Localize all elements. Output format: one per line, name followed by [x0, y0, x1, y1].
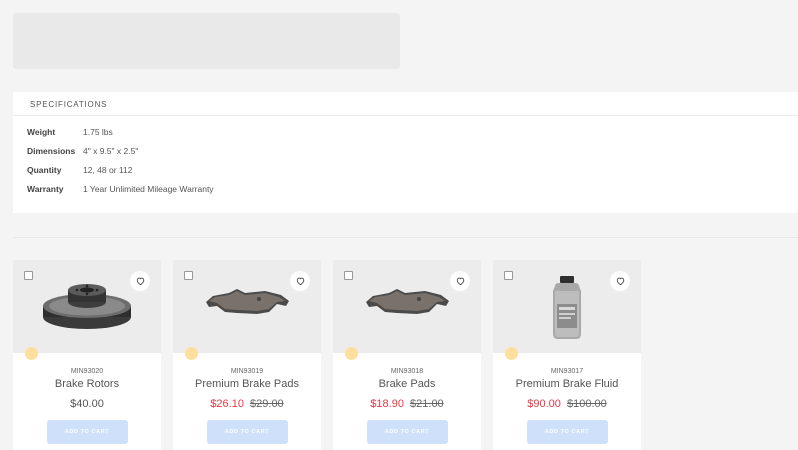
product-card[interactable]: MIN93020 Brake Rotors $40.00 ADD TO CART: [13, 260, 161, 450]
original-price: $100.00: [566, 398, 607, 410]
spec-label: Dimensions: [27, 145, 76, 156]
divider: [13, 237, 798, 238]
add-to-cart-button[interactable]: ADD TO CART: [206, 420, 288, 444]
wishlist-button[interactable]: [290, 271, 310, 291]
compare-checkbox[interactable]: [504, 271, 513, 280]
product-image-area[interactable]: [13, 260, 161, 360]
sale-price: $26.10: [210, 398, 244, 410]
spec-value: 1.75 lbs: [83, 126, 113, 137]
heart-icon: [296, 277, 304, 285]
product-image-area[interactable]: [493, 260, 641, 360]
heart-icon: [456, 277, 464, 285]
add-to-cart-button[interactable]: ADD TO CART: [366, 420, 448, 444]
spec-value: 12, 48 or 112: [83, 164, 133, 175]
spec-label: Weight: [27, 126, 56, 137]
original-price: $21.00: [410, 398, 444, 410]
sale-price: $18.90: [370, 398, 404, 410]
product-sku: MIN93019: [230, 368, 264, 375]
product-name[interactable]: Brake Rotors: [13, 378, 161, 390]
add-to-cart-button[interactable]: ADD TO CART: [46, 420, 128, 444]
heart-icon: [616, 277, 624, 285]
wishlist-button[interactable]: [610, 271, 630, 291]
price-row: $40.00: [13, 398, 161, 410]
sale-price: $90.00: [527, 398, 561, 410]
spec-row-dimensions: Dimensions 4" x 9.5" x 2.5": [27, 141, 798, 160]
compare-checkbox[interactable]: [184, 271, 193, 280]
spec-row-quantity: Quantity 12, 48 or 112: [27, 160, 798, 179]
product-price: $40.00: [70, 398, 104, 410]
specifications-card: SPECIFICATIONS Weight 1.75 lbs Dimension…: [13, 92, 798, 213]
original-price: $29.00: [250, 398, 284, 410]
product-card[interactable]: MIN93017 Premium Brake Fluid $90.00 $100…: [493, 260, 641, 450]
spec-label: Quantity: [27, 164, 62, 175]
add-to-cart-button[interactable]: ADD TO CART: [526, 420, 608, 444]
price-row: $18.90 $21.00: [333, 398, 481, 410]
product-name[interactable]: Brake Pads: [333, 378, 481, 390]
product-image-area[interactable]: [173, 260, 321, 360]
price-row: $90.00 $100.00: [493, 398, 641, 410]
price-row: $26.10 $29.00: [173, 398, 321, 410]
specifications-title: SPECIFICATIONS: [13, 92, 798, 116]
spec-label: Warranty: [27, 183, 64, 194]
product-sku: MIN93020: [70, 368, 104, 375]
product-sku: MIN93017: [550, 368, 584, 375]
spec-row-warranty: Warranty 1 Year Unlimited Mileage Warran…: [27, 179, 798, 198]
compare-checkbox[interactable]: [24, 271, 33, 280]
product-name[interactable]: Premium Brake Pads: [173, 378, 321, 390]
specifications-table: Weight 1.75 lbs Dimensions 4" x 9.5" x 2…: [13, 116, 798, 198]
product-card[interactable]: MIN93018 Brake Pads $18.90 $21.00 ADD TO…: [333, 260, 481, 450]
wishlist-button[interactable]: [450, 271, 470, 291]
placeholder-banner: [13, 13, 400, 69]
product-image-area[interactable]: [333, 260, 481, 360]
compare-checkbox[interactable]: [344, 271, 353, 280]
badge-dot: [505, 347, 518, 360]
product-name[interactable]: Premium Brake Fluid: [493, 378, 641, 390]
wishlist-button[interactable]: [130, 271, 150, 291]
top-band: [0, 0, 798, 92]
heart-icon: [136, 277, 144, 285]
badge-dot: [25, 347, 38, 360]
badge-dot: [185, 347, 198, 360]
badge-dot: [345, 347, 358, 360]
spec-row-weight: Weight 1.75 lbs: [27, 122, 798, 141]
product-sku: MIN93018: [390, 368, 424, 375]
spec-value: 1 Year Unlimited Mileage Warranty: [83, 183, 214, 194]
product-card[interactable]: MIN93019 Premium Brake Pads $26.10 $29.0…: [173, 260, 321, 450]
spec-value: 4" x 9.5" x 2.5": [83, 145, 139, 156]
